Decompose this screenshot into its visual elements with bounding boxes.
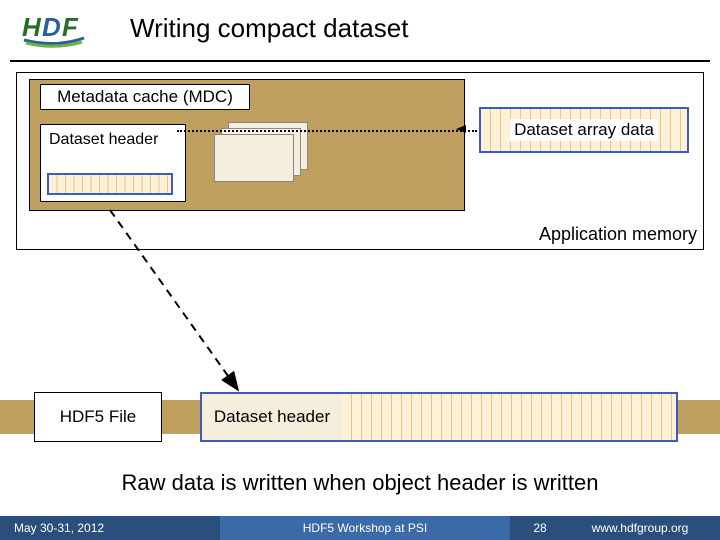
stack-card — [214, 134, 294, 182]
dotted-connector — [177, 130, 477, 132]
application-memory-label: Application memory — [539, 224, 697, 245]
slide-caption: Raw data is written when object header i… — [0, 470, 720, 496]
svg-text:H: H — [22, 12, 42, 42]
footer-date: May 30-31, 2012 — [0, 521, 220, 535]
footer-page-number: 28 — [510, 521, 570, 535]
hdf5-file-label: HDF5 File — [34, 392, 162, 442]
slide-header: H D F Writing compact dataset — [0, 0, 720, 60]
file-dataset-header-label: Dataset header — [202, 394, 342, 440]
mdc-label: Metadata cache (MDC) — [40, 84, 250, 110]
slide-footer: May 30-31, 2012 HDF5 Workshop at PSI 28 … — [0, 516, 720, 540]
dataset-header-box: Dataset header — [40, 124, 186, 202]
title-divider — [10, 60, 710, 62]
hdf5-file-region: HDF5 File Dataset header — [0, 392, 720, 442]
dataset-header-label: Dataset header — [41, 125, 185, 155]
dataset-array-data-box: Dataset array data — [479, 107, 689, 153]
footer-url: www.hdfgroup.org — [570, 521, 720, 535]
hdf-logo-icon: H D F — [20, 8, 90, 48]
svg-text:D: D — [42, 12, 61, 42]
file-dataset-header-box: Dataset header — [200, 392, 678, 442]
svg-text:F: F — [62, 12, 79, 42]
dataset-header-grid — [47, 173, 173, 195]
array-data-label: Dataset array data — [510, 119, 658, 141]
metadata-cache-region: Metadata cache (MDC) Dataset header — [29, 79, 465, 211]
page-title: Writing compact dataset — [130, 13, 408, 44]
application-memory-region: Metadata cache (MDC) Dataset header Data… — [16, 72, 704, 250]
file-dataset-header-grid — [342, 394, 676, 440]
footer-workshop: HDF5 Workshop at PSI — [220, 516, 510, 540]
